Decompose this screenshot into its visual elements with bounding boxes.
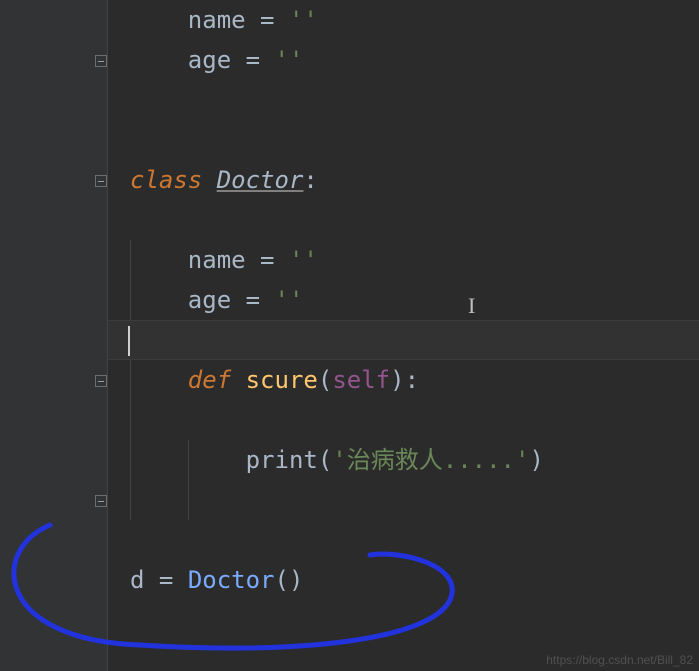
code-line-active[interactable] — [108, 320, 699, 360]
fold-marker-icon[interactable] — [95, 175, 107, 187]
code-line[interactable]: age = ''I — [108, 280, 699, 320]
operator: = — [246, 246, 289, 274]
colon: : — [303, 166, 317, 194]
string-literal: '' — [275, 46, 304, 74]
string-literal: '' — [275, 286, 304, 314]
code-line[interactable]: d = Doctor() — [108, 560, 699, 600]
function-name: scure — [246, 366, 318, 394]
editor-gutter — [0, 0, 108, 671]
code-line[interactable]: def scure(self): — [108, 360, 699, 400]
fold-marker-icon[interactable] — [95, 375, 107, 387]
caret-icon — [128, 326, 130, 356]
parens: () — [275, 566, 304, 594]
code-line[interactable]: print('治病救人.....') — [108, 440, 699, 480]
whitespace — [231, 366, 245, 394]
paren-open: ( — [318, 366, 332, 394]
operator: = — [246, 6, 289, 34]
operator: = — [231, 46, 274, 74]
identifier: name — [188, 6, 246, 34]
builtin-print: print — [246, 446, 318, 474]
code-line[interactable] — [108, 520, 699, 560]
operator: = — [231, 286, 274, 314]
operator: = — [144, 566, 187, 594]
colon: : — [405, 366, 419, 394]
keyword-def: def — [188, 366, 231, 394]
string-literal: '' — [289, 6, 318, 34]
paren-open: ( — [318, 446, 332, 474]
code-line[interactable]: age = '' — [108, 40, 699, 80]
identifier: d — [130, 566, 144, 594]
paren-close: ) — [529, 446, 543, 474]
fold-marker-icon[interactable] — [95, 55, 107, 67]
keyword-class: class — [130, 166, 202, 194]
watermark-text: https://blog.csdn.net/Bill_82 — [546, 653, 693, 667]
self-param: self — [332, 366, 390, 394]
code-line[interactable] — [108, 200, 699, 240]
code-line[interactable]: name = '' — [108, 240, 699, 280]
code-editor[interactable]: name = '' age = '' class Doctor: name = … — [108, 0, 699, 671]
fold-marker-icon[interactable] — [95, 495, 107, 507]
code-line[interactable] — [108, 120, 699, 160]
whitespace — [202, 166, 216, 194]
paren-close: ) — [390, 366, 404, 394]
identifier: age — [188, 286, 231, 314]
code-line[interactable]: class Doctor: — [108, 160, 699, 200]
class-call: Doctor — [188, 566, 275, 594]
identifier: name — [188, 246, 246, 274]
code-line[interactable] — [108, 480, 699, 520]
code-line[interactable]: name = '' — [108, 0, 699, 40]
string-literal: '治病救人.....' — [332, 446, 529, 474]
class-name: Doctor — [217, 166, 304, 194]
string-literal: '' — [289, 246, 318, 274]
identifier: age — [188, 46, 231, 74]
code-line[interactable] — [108, 80, 699, 120]
code-line[interactable] — [108, 400, 699, 440]
